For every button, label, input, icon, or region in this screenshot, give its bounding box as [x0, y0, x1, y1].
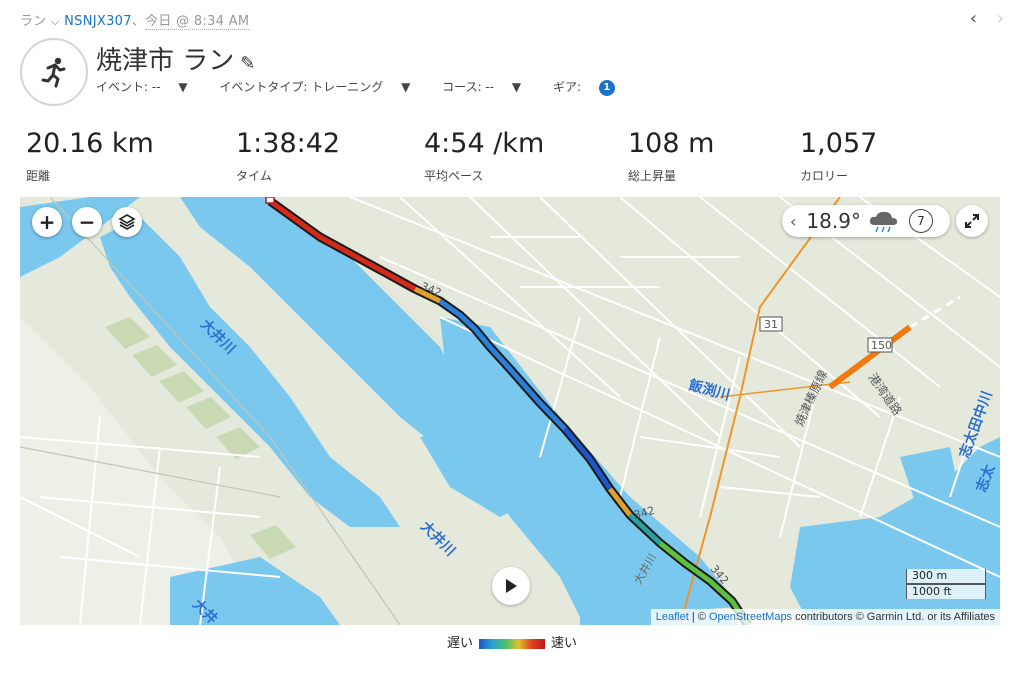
- page-title: 焼津市 ラン ✎: [96, 40, 255, 77]
- course-label: コース: --: [442, 80, 495, 94]
- osm-link[interactable]: OpenStreetMaps: [709, 611, 792, 623]
- stat-value: 108 m: [628, 128, 715, 159]
- event-dropdown[interactable]: イベント: -- ▼: [96, 80, 202, 94]
- layers-button[interactable]: [112, 207, 142, 237]
- running-icon: [41, 57, 66, 88]
- chevron-left-icon[interactable]: ‹: [970, 8, 977, 29]
- caret-down-icon: ▼: [401, 80, 411, 94]
- activity-type-avatar: [20, 38, 88, 106]
- event-label: イベント: --: [96, 80, 161, 94]
- caret-down-icon: ▼: [178, 80, 188, 94]
- activity-datetime: 今日 @ 8:34 AM: [145, 14, 250, 30]
- activity-name[interactable]: 焼津市 ラン: [96, 46, 234, 76]
- pace-gradient-bar: [479, 638, 545, 649]
- weather-widget[interactable]: ‹ 18.9° 7: [782, 205, 950, 237]
- zoom-out-button[interactable]: −: [72, 207, 102, 237]
- wind-speed-icon: 7: [908, 209, 933, 233]
- gear-field[interactable]: ギア: 1: [552, 79, 629, 96]
- gear-label: ギア:: [552, 80, 582, 94]
- stats-row: 20.16 km 距離 1:38:42 タイム 4:54 /km 平均ペース 1…: [0, 128, 1024, 188]
- stat-calories: 1,057 カロリー: [800, 128, 877, 184]
- breadcrumb-separator: 、: [131, 14, 146, 29]
- pace-legend: 遅い 速い: [0, 632, 1024, 651]
- legend-fast-label: 速い: [551, 636, 578, 651]
- breadcrumb: ラン ⌵ NSNJX307、今日 @ 8:34 AM: [20, 10, 250, 30]
- play-button[interactable]: [492, 567, 530, 605]
- chevron-left-icon[interactable]: ‹: [790, 212, 796, 231]
- chevron-right-icon[interactable]: ›: [997, 8, 1004, 29]
- stat-label: カロリー: [800, 169, 849, 183]
- weather-temp: 18.9°: [806, 209, 861, 233]
- road-shield-31: 31: [764, 318, 778, 331]
- gear-count-badge[interactable]: 1: [598, 79, 615, 96]
- map-attribution: Leaflet | © OpenStreetMaps contributors …: [650, 609, 1000, 625]
- stat-distance: 20.16 km 距離: [26, 128, 154, 184]
- event-type-dropdown[interactable]: イベントタイプ: トレーニング ▼: [219, 80, 424, 94]
- stat-value: 1:38:42: [236, 128, 341, 159]
- legend-slow-label: 遅い: [446, 636, 473, 651]
- route-map[interactable]: 31 150 342 342 342 大井川 大井川 大井 飯渕川 焼津榛原線 …: [20, 197, 1000, 625]
- zoom-in-button[interactable]: +: [32, 207, 62, 237]
- stat-label: タイム: [236, 169, 272, 183]
- stat-label: 平均ペース: [424, 169, 484, 183]
- stat-value: 4:54 /km: [424, 128, 545, 159]
- activity-meta: イベント: -- ▼ イベントタイプ: トレーニング ▼ コース: -- ▼ ギ…: [96, 78, 643, 96]
- pencil-icon[interactable]: ✎: [240, 53, 255, 74]
- play-icon: [506, 579, 517, 593]
- event-type-label: イベントタイプ: トレーニング: [219, 80, 384, 94]
- stat-elevation-gain: 108 m 総上昇量: [628, 128, 714, 184]
- expand-button[interactable]: [956, 205, 988, 237]
- course-dropdown[interactable]: コース: -- ▼: [442, 80, 535, 94]
- stat-label: 総上昇量: [628, 169, 677, 183]
- layers-icon: [118, 214, 136, 230]
- attribution-sep: | ©: [688, 611, 709, 623]
- chevron-down-icon[interactable]: ⌵: [51, 15, 60, 28]
- road-shield-150: 150: [871, 339, 892, 352]
- stat-value: 20.16 km: [26, 128, 154, 159]
- stat-label: 距離: [26, 169, 51, 183]
- caret-down-icon: ▼: [511, 80, 522, 94]
- map-scale: 300 m 1000 ft: [906, 569, 986, 599]
- stat-time: 1:38:42 タイム: [236, 128, 340, 184]
- attribution-rest: contributors © Garmin Ltd. or its Affili…: [792, 611, 995, 623]
- scale-meters: 300 m: [906, 569, 986, 584]
- activity-type-label[interactable]: ラン: [20, 14, 47, 29]
- scale-feet: 1000 ft: [906, 584, 986, 599]
- stat-avg-pace: 4:54 /km 平均ペース: [424, 128, 544, 184]
- activity-nav: ‹ ›: [956, 8, 1004, 29]
- stat-value: 1,057: [800, 128, 878, 159]
- cloud-rain-icon: [869, 211, 898, 233]
- map-canvas[interactable]: 31 150 342 342 342 大井川 大井川 大井 飯渕川 焼津榛原線 …: [20, 197, 1000, 625]
- leaflet-link[interactable]: Leaflet: [656, 611, 689, 623]
- device-link[interactable]: NSNJX307: [64, 14, 132, 29]
- expand-icon: [965, 214, 979, 228]
